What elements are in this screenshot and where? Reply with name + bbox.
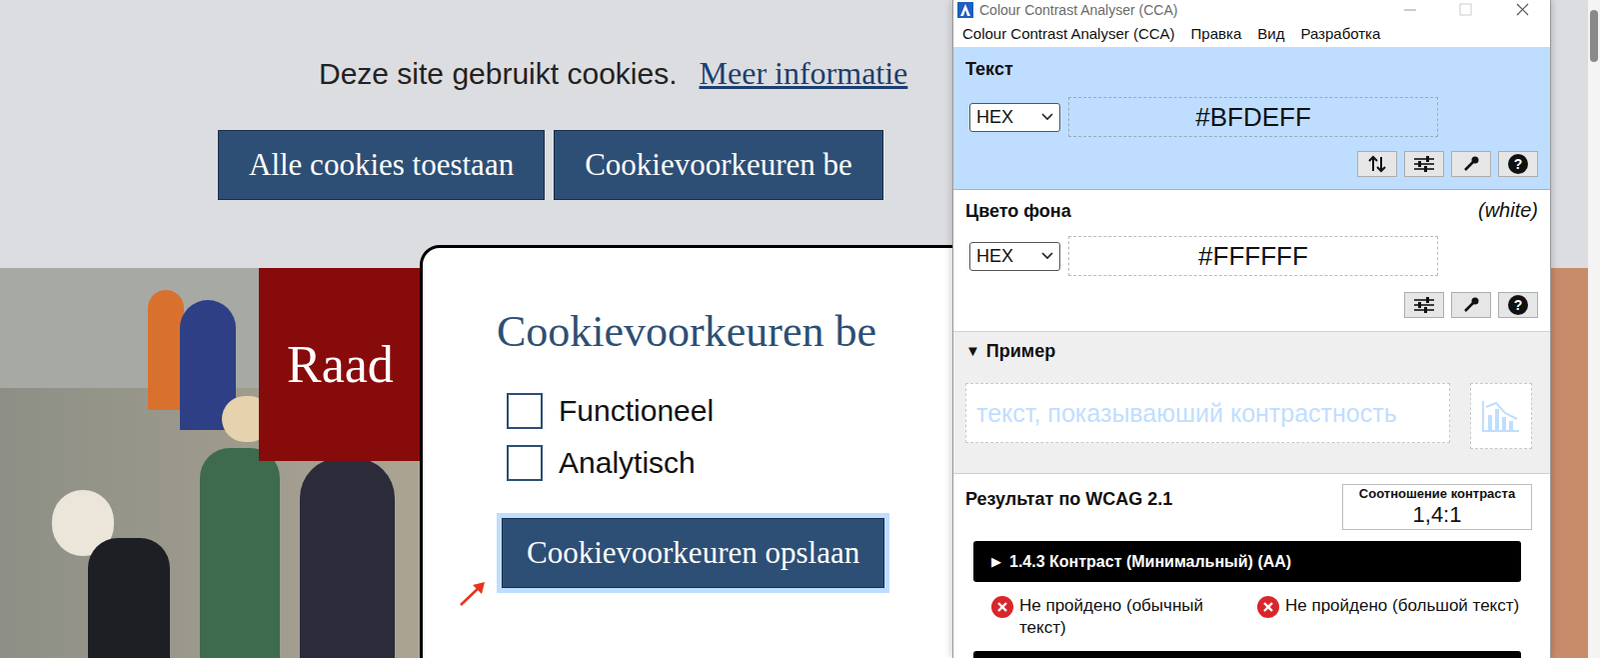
chevron-down-icon [1041,251,1054,260]
menu-bar: Colour Contrast Analyser (CCA) Правка Вид Р… [953,19,1551,48]
criterion-header[interactable]: ▶1.4.3 Контраст (Минимальный) (AA) [973,540,1522,582]
fail-icon [991,595,1014,618]
results-section: Результат по WCAG 2.1 Соотношение контра… [953,473,1551,658]
swap-button[interactable] [1357,150,1398,177]
foreground-hex-input[interactable]: #BFDEFF [1068,96,1439,137]
checkbox[interactable] [506,444,543,481]
format-select[interactable]: HEX [969,241,1061,271]
foreground-heading: Текст [965,57,1539,80]
chart-toggle[interactable] [1470,382,1533,449]
results-heading: Результат по WCAG 2.1 [965,487,1173,510]
banner-text: Deze site gebruikt cookies. [318,54,678,93]
menu-item[interactable]: Colour Contrast Analyser (CCA) [961,23,1177,44]
adjust-button[interactable] [1404,150,1445,177]
app-icon [957,1,974,18]
result-icon [1257,595,1280,618]
eyedropper-button[interactable] [1451,150,1492,177]
eyedropper-icon [1462,295,1481,314]
maximize-icon[interactable] [1438,0,1495,19]
minimize-icon[interactable] [1382,0,1439,19]
checkbox-label: Analytisch [558,444,696,481]
sample-box: текст, показываюший контрастность [965,382,1451,443]
window-title: Colour Contrast Analyser (CCA) [979,0,1178,19]
preview-toggle[interactable]: ▼ Пример [965,339,1539,362]
checkbox-label: Functioneel [558,392,714,429]
banner-button[interactable]: Alle cookies toestaan [217,129,545,200]
annotation-arrow-icon [457,579,488,608]
checkbox[interactable] [506,392,543,429]
close-icon[interactable] [1494,0,1551,19]
focus-ring: Cookievoorkeuren opslaan [496,512,890,593]
sliders-icon [1413,296,1436,313]
result-icon [991,595,1014,618]
banner-button[interactable]: Cookievoorkeuren be [553,129,884,200]
check-result: Не пройдено (обычный текст) [991,594,1250,639]
adjust-button[interactable] [1404,291,1445,318]
scrollbar-thumb[interactable] [1590,9,1599,62]
save-button[interactable]: Cookievoorkeuren opslaan [501,517,885,588]
check-result: Не пройдено (большой текст) [1257,594,1538,639]
cca-window[interactable]: Colour Contrast Analyser (CCA) Colour Co… [952,0,1552,658]
background-hex-input[interactable]: #FFFFFF [1068,235,1439,276]
scrollbar[interactable] [1588,0,1600,658]
menu-item[interactable]: Вид [1256,23,1286,44]
eyedropper-button[interactable] [1451,291,1492,318]
more-info-link[interactable]: Meer informatie [699,53,909,92]
criterion-checks: Не пройдено (обычный текст)Не пройдено (… [953,594,1551,639]
chevron-down-icon [1041,112,1054,121]
fail-icon [1257,595,1280,618]
foreground-section: Текст HEX #BFDEFF ? [953,47,1551,190]
menu-item[interactable]: Правка [1190,23,1244,44]
swap-icon [1367,154,1388,173]
format-select[interactable]: HEX [969,102,1061,132]
contrast-ratio-box: Соотношение контраста 1,4:1 [1342,483,1533,530]
color-name: (white) [1478,197,1539,222]
help-button[interactable]: ? [1498,291,1539,318]
sliders-icon [1413,155,1436,172]
criterion-header[interactable] [973,650,1522,658]
background-section: Цвето фона (white) HEX #FFFFFF ? [953,189,1551,331]
title-bar[interactable]: Colour Contrast Analyser (CCA) [953,0,1551,20]
chart-icon [1481,398,1522,433]
background-heading: Цвето фона [965,199,1072,222]
help-button[interactable]: ? [1498,150,1539,177]
preview-section: ▼ Пример текст, показываюший контрастнос… [953,330,1551,474]
site-logo[interactable]: Raad [258,267,429,461]
eyedropper-icon [1462,154,1481,173]
menu-item[interactable]: Разработка [1299,23,1382,44]
